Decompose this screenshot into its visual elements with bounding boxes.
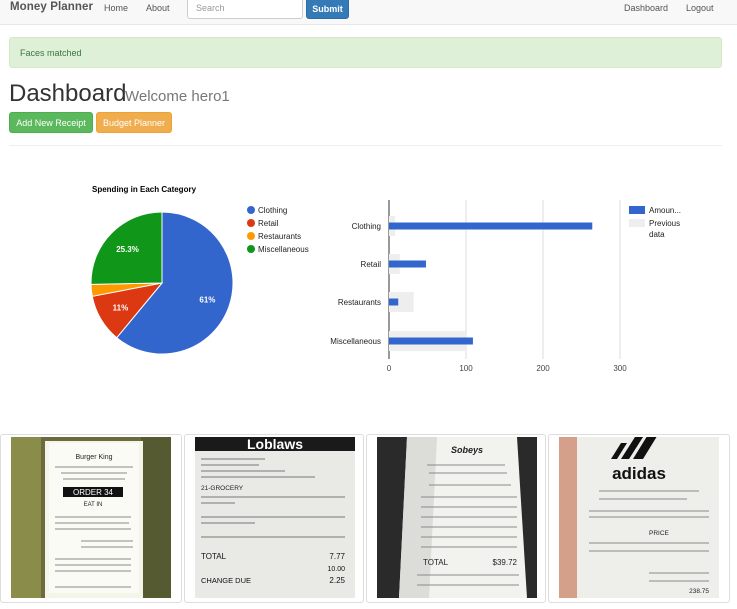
- legend-dot: [247, 245, 255, 253]
- legend-dot: [247, 219, 255, 227]
- receipt-mode: EAT IN: [84, 502, 103, 508]
- receipt-total-label: TOTAL: [201, 552, 227, 561]
- nav-home[interactable]: Home: [104, 3, 128, 13]
- success-alert: Faces matched: [9, 37, 722, 68]
- receipt-price-label: PRICE: [649, 530, 670, 537]
- receipt-change: 2.25: [329, 576, 345, 585]
- receipt-image: Loblaws 21-GROCERY TOTAL 7.77 10.00 CHAN…: [195, 437, 355, 598]
- pie-legend-label: Restaurants: [258, 232, 301, 241]
- bar-category-label: Restaurants: [338, 298, 381, 307]
- bar-amount-restaurants[interactable]: [389, 298, 399, 306]
- receipt-store: Burger King: [76, 454, 113, 461]
- add-new-receipt-button[interactable]: Add New Receipt: [9, 112, 93, 133]
- nav-logout[interactable]: Logout: [686, 3, 714, 13]
- receipt-image: Sobeys TOTAL $39.72: [377, 437, 537, 598]
- budget-planner-button[interactable]: Budget Planner: [96, 112, 172, 133]
- receipt-total: 7.77: [329, 552, 345, 561]
- nav-about[interactable]: About: [146, 3, 170, 13]
- navbar: Money Planner Home About Submit Dashboar…: [0, 0, 737, 25]
- legend-dot: [247, 206, 255, 214]
- receipt-image: adidas PRICE 238.75: [559, 437, 719, 598]
- receipt-order: ORDER 34: [73, 488, 114, 497]
- bar-legend-label: Previous: [649, 219, 680, 228]
- bar-category-label: Clothing: [352, 222, 381, 231]
- bar-x-tick: 200: [536, 364, 550, 373]
- receipt-card[interactable]: Burger King ORDER 34 EAT IN: [0, 434, 182, 603]
- receipt-cash: 10.00: [327, 566, 345, 573]
- receipt-image: Burger King ORDER 34 EAT IN: [11, 437, 171, 598]
- bar-x-tick: 0: [387, 364, 392, 373]
- alert-text: Faces matched: [20, 48, 82, 58]
- page-subtitle: Welcome hero1: [125, 88, 230, 105]
- receipt-total: 238.75: [689, 588, 709, 595]
- bar-amount-clothing[interactable]: [389, 222, 593, 230]
- receipt-card[interactable]: adidas PRICE 238.75: [548, 434, 730, 603]
- bar-x-tick: 100: [459, 364, 473, 373]
- pie-legend-label: Retail: [258, 219, 279, 228]
- receipt-store: Loblaws: [247, 437, 303, 452]
- pie-slice-label: 11%: [113, 304, 129, 313]
- bar-amount-retail[interactable]: [389, 260, 426, 268]
- receipt-store: adidas: [612, 464, 666, 483]
- divider: [9, 145, 722, 146]
- pie-legend-label: Clothing: [258, 206, 287, 215]
- legend-dot: [247, 232, 255, 240]
- legend-swatch: [629, 219, 645, 227]
- receipt-store: Sobeys: [451, 445, 483, 455]
- bar-category-label: Retail: [361, 260, 382, 269]
- page-title: Dashboard: [9, 80, 127, 107]
- receipt-card[interactable]: Loblaws 21-GROCERY TOTAL 7.77 10.00 CHAN…: [184, 434, 364, 603]
- receipt-total: $39.72: [493, 558, 518, 567]
- bar-category-label: Miscellaneous: [330, 337, 381, 346]
- charts-area: Spending in Each Category 61% 11% 25.3% Cl…: [90, 185, 681, 373]
- search-input[interactable]: [187, 0, 303, 19]
- receipt-total-label: TOTAL: [423, 558, 449, 567]
- legend-swatch: [629, 206, 645, 214]
- submit-button[interactable]: Submit: [306, 0, 349, 19]
- receipt-card[interactable]: Sobeys TOTAL $39.72: [366, 434, 546, 603]
- receipt-change-label: CHANGE DUE: [201, 576, 251, 585]
- pie-legend-label: Miscellaneous: [258, 245, 309, 254]
- bar-legend-label: data: [649, 230, 665, 239]
- nav-dashboard[interactable]: Dashboard: [624, 3, 668, 13]
- bar-legend-label: Amoun...: [649, 206, 681, 215]
- brand[interactable]: Money Planner: [10, 1, 93, 13]
- receipt-dept: 21-GROCERY: [201, 485, 244, 492]
- pie-slice-label: 25.3%: [116, 245, 139, 254]
- bar-x-tick: 300: [613, 364, 627, 373]
- pie-chart-title: Spending in Each Category: [92, 185, 197, 194]
- bar-amount-miscellaneous[interactable]: [389, 337, 473, 345]
- pie-slice-label: 61%: [199, 295, 215, 304]
